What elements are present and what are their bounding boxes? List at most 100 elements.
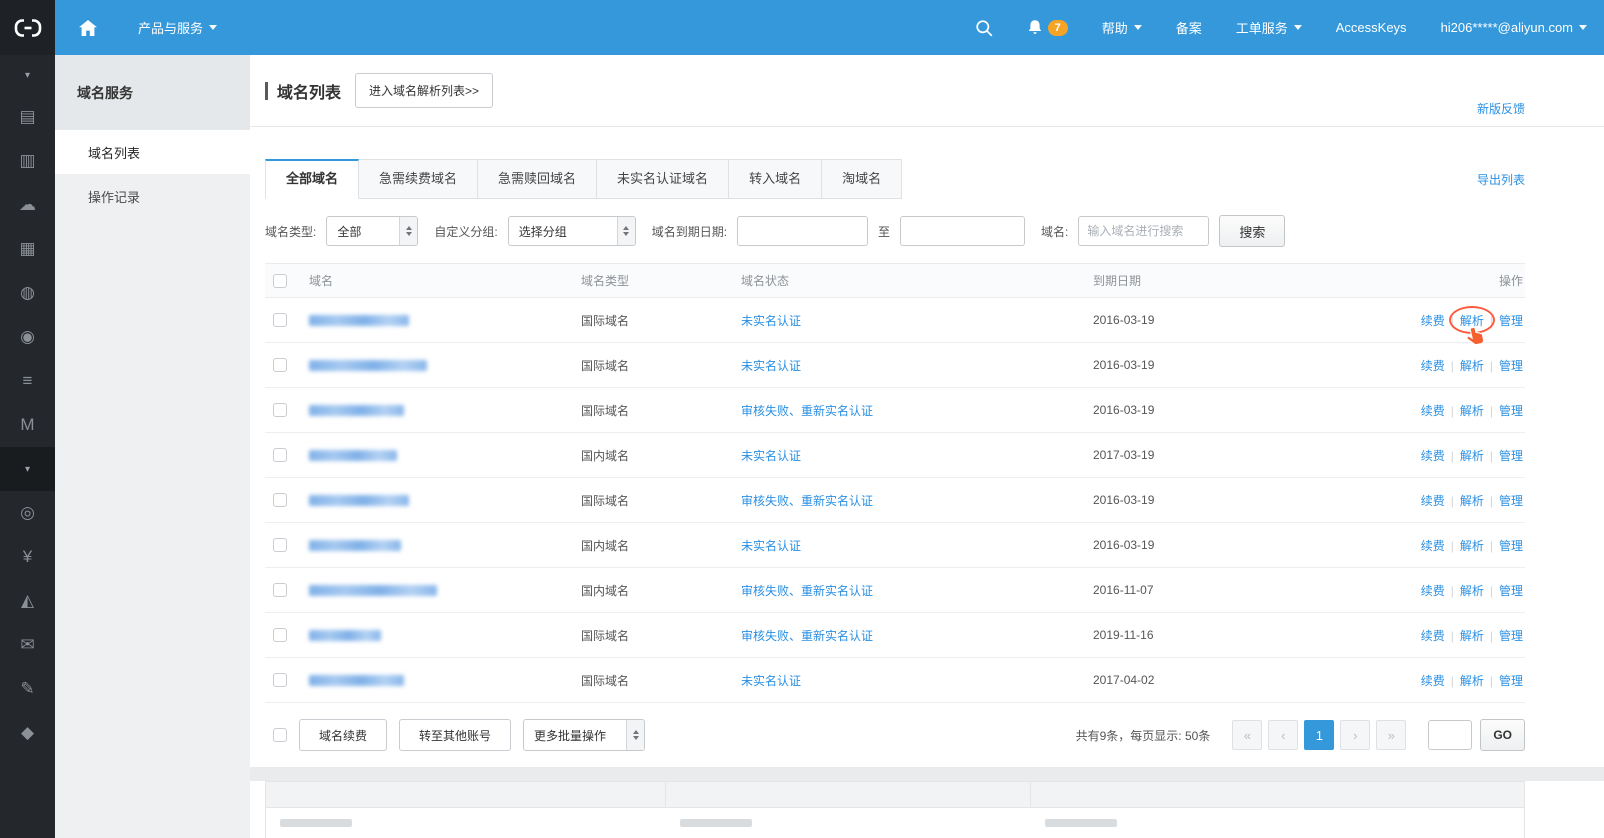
status-link[interactable]: 审核失败、重新实名认证 [741,404,873,418]
collapse-caret-icon[interactable]: ▾ [0,55,55,95]
custom-group-select[interactable]: 选择分组 [508,216,636,246]
expiry-start-input[interactable] [737,216,868,246]
domain-name-redacted[interactable] [309,405,404,416]
domain-name-redacted[interactable] [309,585,437,596]
resolve-list-button[interactable]: 进入域名解析列表>> [355,73,493,108]
tab-all-domains[interactable]: 全部域名 [265,159,359,199]
aliyun-logo[interactable] [0,0,55,55]
renew-link[interactable]: 续费 [1421,584,1445,598]
row-checkbox[interactable] [273,493,287,507]
resolve-link[interactable]: 解析 [1460,584,1484,598]
accesskeys-link[interactable]: AccessKeys [1319,0,1424,55]
domain-search-input[interactable] [1078,216,1209,246]
tab-tao-domain[interactable]: 淘域名 [822,159,902,199]
user-icon[interactable]: ◎ [0,491,55,535]
console-icon[interactable]: ▤ [0,95,55,139]
snapshot-icon[interactable]: ▦ [0,227,55,271]
status-link[interactable]: 未实名认证 [741,359,801,373]
resolve-link[interactable]: 解析 [1460,449,1484,463]
domain-name-redacted[interactable] [309,630,381,641]
resolve-link[interactable]: 解析 [1460,674,1484,688]
select-all-checkbox[interactable] [273,274,287,288]
next-page-button[interactable]: › [1340,720,1370,750]
batch-actions-select[interactable]: 更多批量操作 [523,719,645,751]
row-checkbox[interactable] [273,538,287,552]
go-button[interactable]: GO [1480,719,1525,751]
manage-link[interactable]: 管理 [1499,494,1523,508]
resolve-link[interactable]: 解析 [1460,359,1484,373]
status-link[interactable]: 未实名认证 [741,674,801,688]
search-button[interactable]: 搜索 [1219,215,1285,247]
mail-icon[interactable]: ✉ [0,623,55,667]
billing-icon[interactable]: ¥ [0,535,55,579]
edit-icon[interactable]: ✎ [0,667,55,711]
resolve-link[interactable]: 解析 [1460,314,1484,328]
manage-link[interactable]: 管理 [1499,314,1523,328]
domain-name-redacted[interactable] [309,360,427,371]
last-page-button[interactable]: » [1376,720,1406,750]
server-list-icon[interactable]: ≡ [0,359,55,403]
prev-page-button[interactable]: ‹ [1268,720,1298,750]
notifications-button[interactable]: 7 [1010,0,1085,55]
tab-transfer-in[interactable]: 转入域名 [729,159,822,199]
cdn-icon[interactable]: M [0,403,55,447]
search-button[interactable] [958,0,1010,55]
row-checkbox[interactable] [273,403,287,417]
security-icon[interactable]: ◆ [0,711,55,755]
renew-link[interactable]: 续费 [1421,629,1445,643]
status-link[interactable]: 审核失败、重新实名认证 [741,584,873,598]
globe-icon[interactable]: ◍ [0,271,55,315]
resolve-link[interactable]: 解析 [1460,629,1484,643]
feedback-link[interactable]: 新版反馈 [1477,100,1525,117]
storage-icon[interactable]: ▥ [0,139,55,183]
domain-type-select[interactable]: 全部 [326,216,418,246]
page-jump-input[interactable] [1428,720,1472,750]
dns-icon[interactable]: ◉ [0,315,55,359]
manage-link[interactable]: 管理 [1499,449,1523,463]
expiry-end-input[interactable] [900,216,1025,246]
renew-link[interactable]: 续费 [1421,449,1445,463]
row-checkbox[interactable] [273,313,287,327]
first-page-button[interactable]: « [1232,720,1262,750]
home-button[interactable] [55,0,121,55]
status-link[interactable]: 未实名认证 [741,539,801,553]
renew-link[interactable]: 续费 [1421,539,1445,553]
status-link[interactable]: 未实名认证 [741,314,801,328]
status-link[interactable]: 审核失败、重新实名认证 [741,629,873,643]
beian-link[interactable]: 备案 [1159,0,1219,55]
select-all-footer-checkbox[interactable] [273,728,287,742]
monitor-icon[interactable]: ◭ [0,579,55,623]
export-link[interactable]: 导出列表 [1477,171,1525,188]
manage-link[interactable]: 管理 [1499,629,1523,643]
products-menu[interactable]: 产品与服务 [121,0,234,55]
transfer-account-button[interactable]: 转至其他账号 [399,719,511,751]
manage-link[interactable]: 管理 [1499,359,1523,373]
manage-link[interactable]: 管理 [1499,584,1523,598]
sidebar-item-domain-list[interactable]: 域名列表 [55,130,250,174]
row-checkbox[interactable] [273,358,287,372]
cloud-icon[interactable]: ☁ [0,183,55,227]
domain-name-redacted[interactable] [309,450,397,461]
tab-unverified[interactable]: 未实名认证域名 [597,159,729,199]
domain-name-redacted[interactable] [309,675,404,686]
status-link[interactable]: 未实名认证 [741,449,801,463]
row-checkbox[interactable] [273,628,287,642]
sidebar-item-operation-log[interactable]: 操作记录 [55,174,250,218]
domain-name-redacted[interactable] [309,540,401,551]
account-menu[interactable]: hi206*****@aliyun.com [1424,0,1604,55]
resolve-link[interactable]: 解析 [1460,494,1484,508]
domain-renew-button[interactable]: 域名续费 [299,719,387,751]
group-collapse-caret-icon[interactable]: ▾ [0,447,55,491]
ticket-menu[interactable]: 工单服务 [1219,0,1319,55]
status-link[interactable]: 审核失败、重新实名认证 [741,494,873,508]
resolve-link[interactable]: 解析 [1460,404,1484,418]
tab-renew-urgent[interactable]: 急需续费域名 [359,159,478,199]
row-checkbox[interactable] [273,448,287,462]
renew-link[interactable]: 续费 [1421,494,1445,508]
manage-link[interactable]: 管理 [1499,539,1523,553]
domain-name-redacted[interactable] [309,495,409,506]
renew-link[interactable]: 续费 [1421,314,1445,328]
renew-link[interactable]: 续费 [1421,359,1445,373]
manage-link[interactable]: 管理 [1499,674,1523,688]
page-number-button[interactable]: 1 [1304,720,1334,750]
